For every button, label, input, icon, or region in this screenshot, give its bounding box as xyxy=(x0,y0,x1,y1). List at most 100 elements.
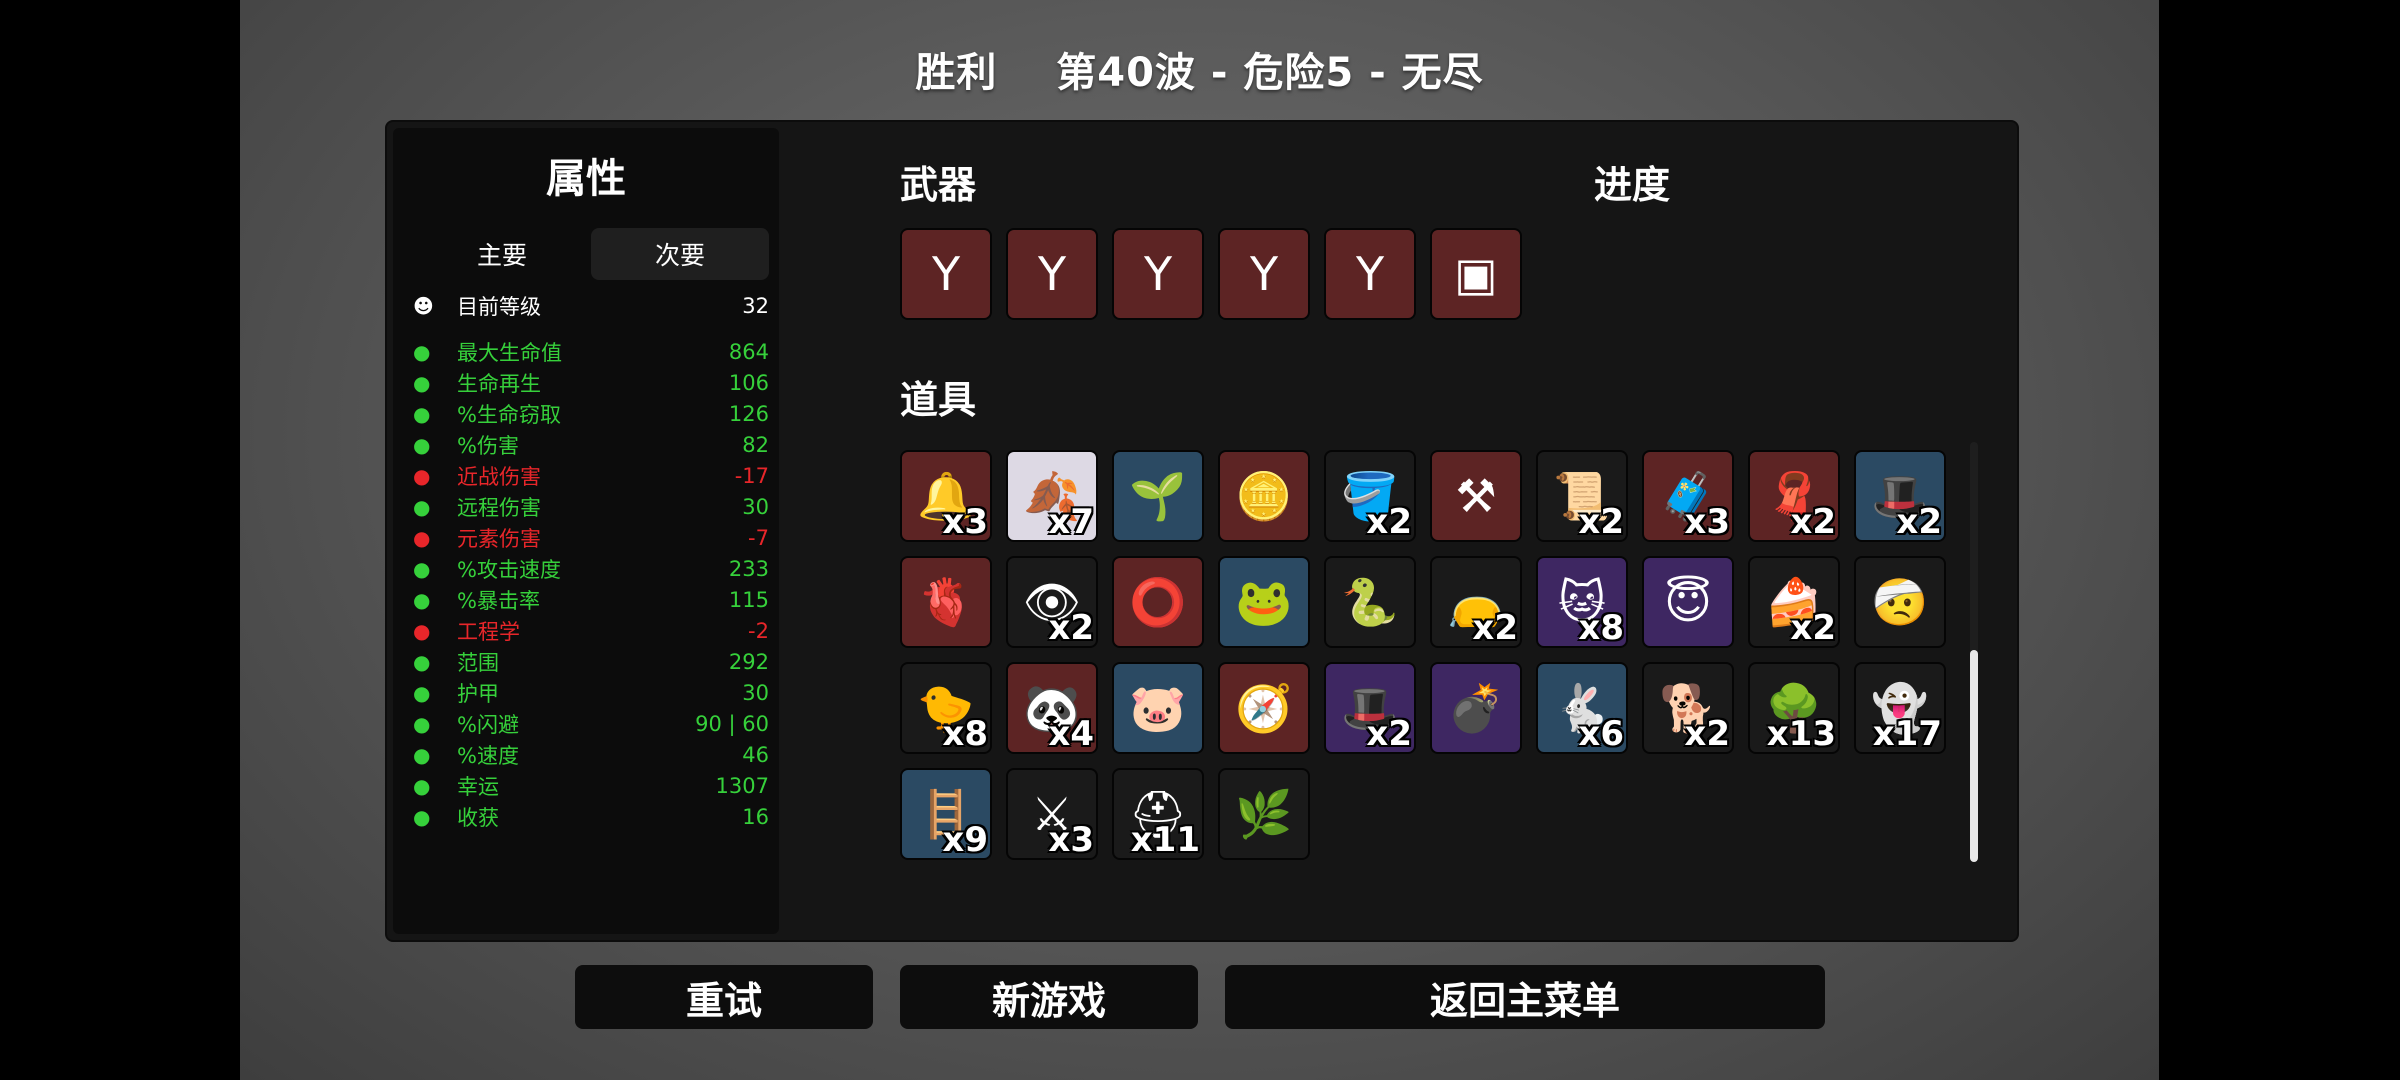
weapon-slot[interactable]: Y xyxy=(1218,228,1310,320)
items-title: 道具 xyxy=(900,378,977,422)
stat-row: ● 护甲 30 xyxy=(413,677,769,708)
stat-name: 幸运 xyxy=(457,774,499,799)
items-scrollbar[interactable] xyxy=(1970,442,1978,862)
scrollbar-thumb[interactable] xyxy=(1970,650,1978,862)
item-slot[interactable]: 🧭 xyxy=(1218,662,1310,754)
item-slot[interactable]: 🐷 xyxy=(1112,662,1204,754)
item-slot[interactable]: 🧣 x2 xyxy=(1748,450,1840,542)
stat-name: 近战伤害 xyxy=(457,464,541,489)
item-slot[interactable]: 🐸 xyxy=(1218,556,1310,648)
item-slot[interactable]: 🪣 x2 xyxy=(1324,450,1416,542)
stat-row: ● 收获 16 xyxy=(413,801,769,832)
stat-name: 范围 xyxy=(457,650,499,675)
item-count: x7 xyxy=(1048,502,1094,542)
stat-value: 30 xyxy=(742,680,769,705)
dodge-icon: ● xyxy=(413,711,431,736)
item-slot[interactable]: 🍰 x2 xyxy=(1748,556,1840,648)
slingshot-icon: Y xyxy=(1249,247,1279,301)
item-slot[interactable]: 👻 x17 xyxy=(1854,662,1946,754)
slingshot-icon: Y xyxy=(1143,247,1173,301)
item-count: x3 xyxy=(1684,502,1730,542)
slingshot-icon: Y xyxy=(931,247,961,301)
item-slot[interactable]: ⭕ xyxy=(1112,556,1204,648)
item-slot[interactable]: 🍂 x7 xyxy=(1006,450,1098,542)
item-slot[interactable]: 💣 xyxy=(1430,662,1522,754)
item-slot[interactable]: 🐕 x2 xyxy=(1642,662,1734,754)
stat-row: ● %伤害 82 xyxy=(413,429,769,460)
belt-icon: ⭕ xyxy=(1129,574,1187,629)
cannon-icon: 💣 xyxy=(1447,680,1505,735)
stat-row: ● 最大生命值 864 xyxy=(413,336,769,367)
item-count: x3 xyxy=(942,502,988,542)
tab-secondary[interactable]: 次要 xyxy=(591,228,769,280)
item-count: x2 xyxy=(1790,502,1836,542)
item-slot[interactable]: 🌳 x13 xyxy=(1748,662,1840,754)
item-slot[interactable]: 🐱 x8 xyxy=(1536,556,1628,648)
stat-row: ● 远程伤害 30 xyxy=(413,491,769,522)
item-slot[interactable]: 🔔 x3 xyxy=(900,450,992,542)
item-count: x8 xyxy=(1578,608,1624,648)
item-slot[interactable]: 🐼 x4 xyxy=(1006,662,1098,754)
item-slot[interactable]: 🌿 xyxy=(1218,768,1310,860)
stat-name: 生命再生 xyxy=(457,371,541,396)
stat-value: 30 xyxy=(742,494,769,519)
item-count: x2 xyxy=(1048,608,1094,648)
stat-row-level: ☻ 目前等级 32 xyxy=(413,288,769,324)
stat-row: ● 工程学 -2 xyxy=(413,615,769,646)
wave-info: 第40波 - 危险5 - 无尽 xyxy=(1056,50,1484,96)
stat-value: 126 xyxy=(728,401,769,426)
stat-value: 46 xyxy=(742,742,769,767)
stats-panel: 属性 主要 次要 ☻ 目前等级 32 ● 最大生命值 864 ● 生命再生 106 ● %生命… xyxy=(393,128,779,934)
stat-name: %生命窃取 xyxy=(457,402,561,427)
angel-icon: 😇 xyxy=(1664,575,1712,629)
stat-row: ● 幸运 1307 xyxy=(413,770,769,801)
item-slot[interactable]: ⚔ x3 xyxy=(1006,768,1098,860)
item-slot[interactable]: ⛑ x11 xyxy=(1112,768,1204,860)
slingshot-icon: Y xyxy=(1355,247,1385,301)
ranged-icon: ● xyxy=(413,494,431,519)
weapon-slot[interactable]: Y xyxy=(900,228,992,320)
anvil-icon: ⚒ xyxy=(1455,469,1497,523)
tentacle-icon: 🐍 xyxy=(1341,574,1399,629)
item-slot[interactable]: 🧳 x3 xyxy=(1642,450,1734,542)
item-count: x17 xyxy=(1872,714,1942,754)
item-slot[interactable]: 🪜 x9 xyxy=(900,768,992,860)
tab-primary[interactable]: 主要 xyxy=(413,228,591,280)
stat-name: %暴击率 xyxy=(457,588,540,613)
coin-icon: 🪙 xyxy=(1235,468,1293,523)
attack-speed-icon: ● xyxy=(413,556,431,581)
item-slot[interactable]: 🐍 xyxy=(1324,556,1416,648)
weapon-slot[interactable]: ▣ xyxy=(1430,228,1522,320)
weapon-slot[interactable]: Y xyxy=(1006,228,1098,320)
item-count: x2 xyxy=(1472,608,1518,648)
item-slot[interactable]: 🐤 x8 xyxy=(900,662,992,754)
stat-name: 护甲 xyxy=(457,681,499,706)
stat-value: 292 xyxy=(728,649,769,674)
retry-button[interactable]: 重试 xyxy=(575,965,873,1029)
stat-value: -17 xyxy=(734,463,769,488)
item-slot[interactable]: 🤕 xyxy=(1854,556,1946,648)
item-slot[interactable]: 🫀 xyxy=(900,556,992,648)
crit-icon: ● xyxy=(413,587,431,612)
item-slot[interactable]: ⚒ xyxy=(1430,450,1522,542)
item-slot[interactable]: 👝 x2 xyxy=(1430,556,1522,648)
stat-value: 16 xyxy=(742,804,769,829)
item-slot[interactable]: 🎩 x2 xyxy=(1324,662,1416,754)
item-slot[interactable]: 😇 xyxy=(1642,556,1734,648)
new-game-button[interactable]: 新游戏 xyxy=(900,965,1198,1029)
main-menu-button[interactable]: 返回主菜单 xyxy=(1225,965,1825,1029)
lifesteal-icon: ● xyxy=(413,401,431,426)
item-slot[interactable]: 🌱 xyxy=(1112,450,1204,542)
item-slot[interactable]: 👁 x2 xyxy=(1006,556,1098,648)
item-slot[interactable]: 🐇 x6 xyxy=(1536,662,1628,754)
item-slot[interactable]: 🪙 xyxy=(1218,450,1310,542)
weapon-slot[interactable]: Y xyxy=(1324,228,1416,320)
results-panel: 属性 主要 次要 ☻ 目前等级 32 ● 最大生命值 864 ● 生命再生 106 ● %生命… xyxy=(385,120,2019,942)
weapon-slot[interactable]: Y xyxy=(1112,228,1204,320)
stat-name: 目前等级 xyxy=(457,295,541,319)
item-slot[interactable]: 📜 x2 xyxy=(1536,450,1628,542)
item-slot[interactable]: 🎩 x2 xyxy=(1854,450,1946,542)
stat-name: %攻击速度 xyxy=(457,557,561,582)
pig-icon: 🐷 xyxy=(1129,680,1187,735)
stat-value: 90 | 60 xyxy=(695,711,769,736)
